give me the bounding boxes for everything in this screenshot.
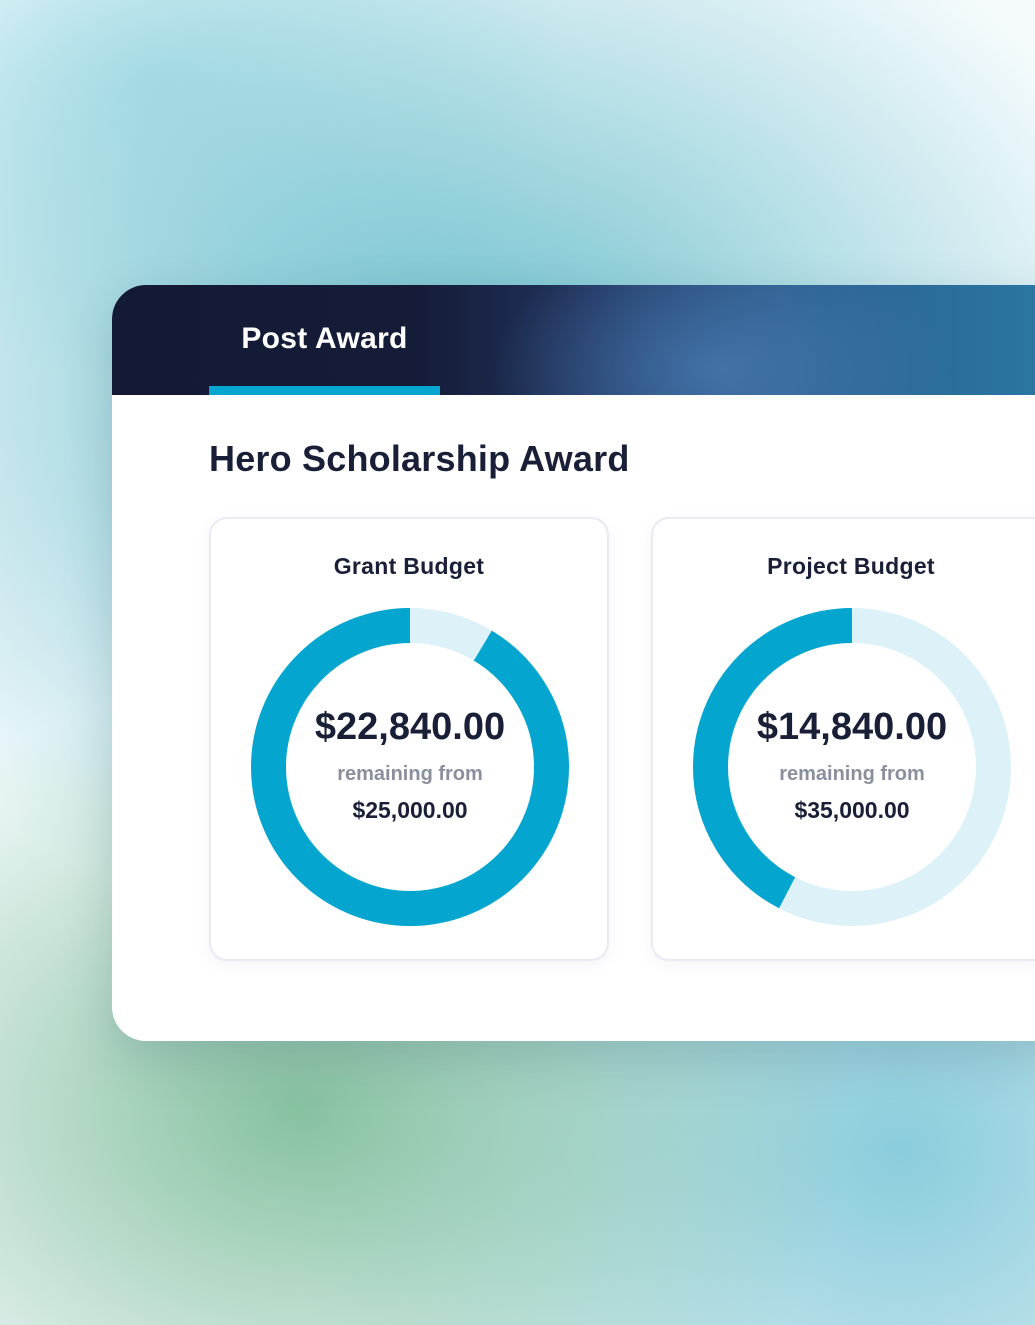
project-budget-donut-center: $14,840.00 remaining from $35,000.00 xyxy=(693,608,1011,926)
project-budget-donut: $14,840.00 remaining from $35,000.00 xyxy=(693,608,1011,926)
post-award-panel: Post Award Hero Scholarship Award Grant … xyxy=(112,285,1035,1041)
tab-post-award-label: Post Award xyxy=(241,322,408,355)
grant-budget-remaining-amount: $22,840.00 xyxy=(314,706,506,748)
project-budget-title: Project Budget xyxy=(767,553,935,579)
tab-post-award[interactable]: Post Award xyxy=(209,285,440,395)
project-budget-total-amount: $35,000.00 xyxy=(794,797,910,823)
grant-budget-donut-center: $22,840.00 remaining from $25,000.00 xyxy=(251,608,569,926)
project-budget-card: Project Budget $14,840.00 remaining from… xyxy=(651,517,1035,961)
grant-budget-card: Grant Budget $22,840.00 remaining from $… xyxy=(209,517,609,961)
grant-budget-donut: $22,840.00 remaining from $25,000.00 xyxy=(251,608,569,926)
active-tab-indicator xyxy=(209,386,440,395)
project-budget-remaining-label: remaining from xyxy=(779,763,925,785)
header-bar: Post Award xyxy=(112,285,1035,395)
grant-budget-title: Grant Budget xyxy=(333,553,485,579)
award-title: Hero Scholarship Award xyxy=(209,438,630,479)
grant-budget-total-amount: $25,000.00 xyxy=(352,797,468,823)
grant-budget-remaining-label: remaining from xyxy=(337,763,483,785)
project-budget-remaining-amount: $14,840.00 xyxy=(756,706,948,748)
